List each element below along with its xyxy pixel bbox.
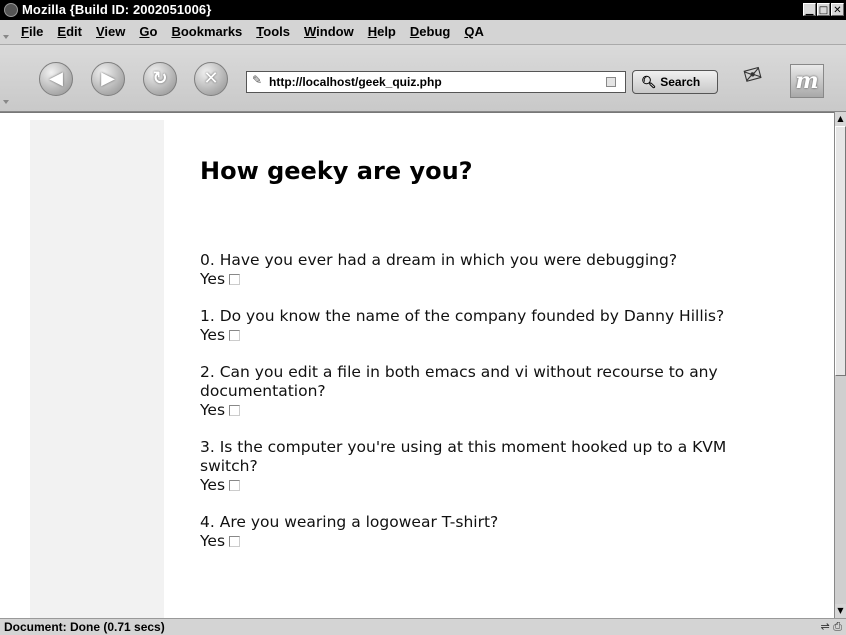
menu-qa[interactable]: QA <box>457 20 491 44</box>
online-status-icon[interactable]: ⇌ ⎙ <box>820 620 842 634</box>
back-button[interactable]: ◀ <box>39 62 73 96</box>
question-item: 2. Can you edit a file in both emacs and… <box>200 363 760 420</box>
yes-checkbox[interactable] <box>229 274 241 285</box>
question-text: 2. Can you edit a file in both emacs and… <box>200 363 718 400</box>
url-bar[interactable]: ✎ http://localhost/geek_quiz.php <box>246 71 626 93</box>
menu-file[interactable]: File <box>14 20 50 44</box>
close-button[interactable]: ✕ <box>831 3 844 16</box>
toolbar-grip-icon[interactable] <box>2 47 9 107</box>
yes-row: Yes <box>200 326 760 345</box>
menubar-grip-icon[interactable] <box>2 22 9 42</box>
yes-label: Yes <box>200 401 226 419</box>
navigation-toolbar: ◀ ▶ ↻ ✕ ✎ http://localhost/geek_quiz.php… <box>0 45 846 112</box>
vertical-scrollbar[interactable]: ▲ ▼ <box>834 112 846 618</box>
search-button[interactable]: 🔍︎ Search <box>632 70 718 94</box>
menu-bookmarks[interactable]: Bookmarks <box>164 20 249 44</box>
mozilla-app-icon <box>4 3 18 17</box>
title-bar: Mozilla {Build ID: 2002051006} ▁ □ ✕ <box>0 0 846 20</box>
url-text[interactable]: http://localhost/geek_quiz.php <box>269 75 442 89</box>
yes-label: Yes <box>200 326 226 344</box>
yes-label: Yes <box>200 270 226 288</box>
browser-window: Mozilla {Build ID: 2002051006} ▁ □ ✕ Fil… <box>0 0 846 635</box>
menu-debug[interactable]: Debug <box>403 20 457 44</box>
stop-button[interactable]: ✕ <box>194 62 228 96</box>
question-item: 3. Is the computer you're using at this … <box>200 438 760 495</box>
yes-label: Yes <box>200 532 226 550</box>
question-text: 0. Have you ever had a dream in which yo… <box>200 251 678 269</box>
menu-help[interactable]: Help <box>361 20 403 44</box>
yes-row: Yes <box>200 270 760 289</box>
question-item: 4. Are you wearing a logowear T-shirt? Y… <box>200 513 760 551</box>
search-icon: 🔍︎ <box>641 75 657 89</box>
scroll-down-arrow-icon[interactable]: ▼ <box>835 604 846 618</box>
menu-go[interactable]: Go <box>132 20 164 44</box>
question-text: 3. Is the computer you're using at this … <box>200 438 727 475</box>
menu: File Edit View Go Bookmarks Tools Window… <box>14 20 491 44</box>
window-title: Mozilla {Build ID: 2002051006} <box>22 2 212 17</box>
page-title: How geeky are you? <box>200 157 473 185</box>
question-list: 0. Have you ever had a dream in which yo… <box>200 251 760 569</box>
reload-button[interactable]: ↻ <box>143 62 177 96</box>
yes-checkbox[interactable] <box>229 330 241 341</box>
page-content: How geeky are you? 0. Have you ever had … <box>0 112 834 619</box>
url-dropdown-icon[interactable] <box>606 77 616 87</box>
maximize-button[interactable]: □ <box>817 3 830 16</box>
question-text: 4. Are you wearing a logowear T-shirt? <box>200 513 499 531</box>
yes-checkbox[interactable] <box>229 480 241 491</box>
print-icon[interactable]: ✉ <box>741 59 775 93</box>
menu-edit[interactable]: Edit <box>50 20 89 44</box>
question-text: 1. Do you know the name of the company f… <box>200 307 725 325</box>
yes-label: Yes <box>200 476 226 494</box>
mozilla-throbber-icon[interactable]: m <box>790 64 824 98</box>
menu-bar: File Edit View Go Bookmarks Tools Window… <box>0 20 846 45</box>
scroll-thumb[interactable] <box>835 126 846 376</box>
yes-row: Yes <box>200 532 760 551</box>
page-sidebar-column <box>30 120 164 619</box>
scroll-up-arrow-icon[interactable]: ▲ <box>835 112 846 126</box>
yes-checkbox[interactable] <box>229 536 241 547</box>
yes-row: Yes <box>200 401 760 420</box>
menu-window[interactable]: Window <box>297 20 361 44</box>
status-bar: Document: Done (0.71 secs) ⇌ ⎙ <box>0 618 846 635</box>
yes-row: Yes <box>200 476 760 495</box>
status-text: Document: Done (0.71 secs) <box>4 620 165 634</box>
minimize-button[interactable]: ▁ <box>803 3 816 16</box>
yes-checkbox[interactable] <box>229 405 241 416</box>
question-item: 0. Have you ever had a dream in which yo… <box>200 251 760 289</box>
menu-tools[interactable]: Tools <box>249 20 297 44</box>
menu-view[interactable]: View <box>89 20 132 44</box>
page-proxy-icon[interactable]: ✎ <box>252 73 262 87</box>
search-label: Search <box>660 75 701 89</box>
question-item: 1. Do you know the name of the company f… <box>200 307 760 345</box>
forward-button[interactable]: ▶ <box>91 62 125 96</box>
